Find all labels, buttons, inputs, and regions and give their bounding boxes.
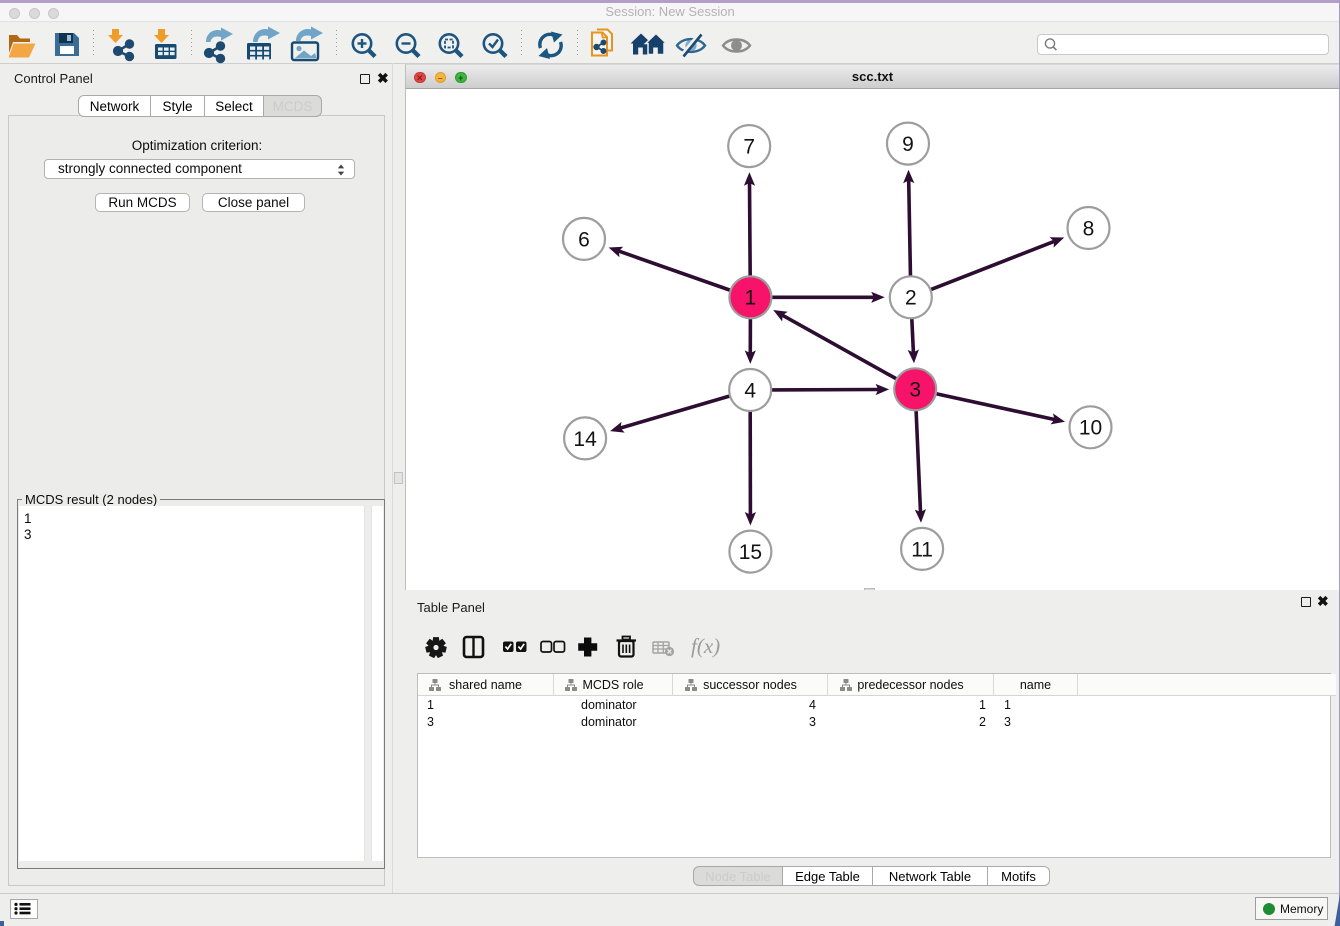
- svg-text:6: 6: [578, 228, 590, 251]
- svg-text:2: 2: [905, 287, 917, 310]
- svg-text:7: 7: [743, 136, 755, 159]
- svg-text:15: 15: [739, 541, 762, 564]
- svg-text:8: 8: [1083, 217, 1095, 240]
- svg-text:9: 9: [902, 133, 914, 156]
- svg-text:3: 3: [909, 379, 921, 402]
- svg-text:10: 10: [1079, 417, 1102, 440]
- svg-text:14: 14: [573, 428, 597, 451]
- svg-text:11: 11: [911, 538, 933, 561]
- svg-text:4: 4: [744, 379, 756, 402]
- svg-text:1: 1: [745, 287, 757, 310]
